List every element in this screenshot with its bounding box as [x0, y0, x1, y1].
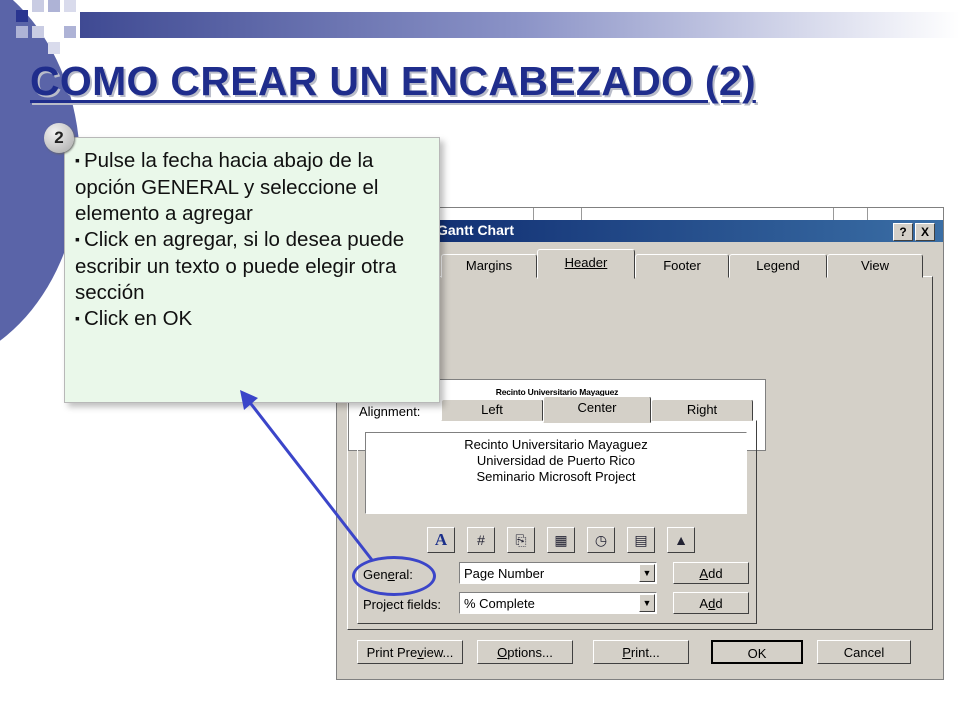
decorative-square	[48, 0, 60, 12]
total-pages-icon[interactable]: ⎘	[507, 527, 535, 553]
alignment-label: Alignment:	[359, 404, 421, 419]
decorative-square	[64, 26, 76, 38]
tab-align-center[interactable]: Center	[543, 396, 651, 423]
instructions-callout: Pulse la fecha hacia abajo de la opción …	[64, 137, 440, 403]
ok-button[interactable]: OK	[711, 640, 803, 664]
header-text-area[interactable]: Recinto Universitario Mayaguez Universid…	[365, 432, 747, 514]
slide-title: COMO CREAR UN ENCABEZADO (2)	[30, 58, 756, 104]
project-fields-select-value: % Complete	[464, 596, 535, 611]
header-text-line: Recinto Universitario Mayaguez	[464, 437, 648, 452]
decorative-gradient-bar	[80, 12, 960, 38]
print-preview-button[interactable]: Print Preview...	[357, 640, 463, 664]
tab-footer[interactable]: Footer	[635, 254, 729, 278]
dialog-title: Gantt Chart	[437, 222, 514, 238]
step-badge: 2	[44, 123, 74, 153]
cancel-button[interactable]: Cancel	[817, 640, 911, 664]
decorative-square	[16, 26, 28, 38]
tab-view[interactable]: View	[827, 254, 923, 278]
project-fields-label: Project fields:	[363, 597, 442, 612]
time-icon[interactable]: ◷	[587, 527, 615, 553]
page-number-icon[interactable]: #	[467, 527, 495, 553]
general-select[interactable]: Page Number ▼	[459, 562, 657, 584]
general-highlight-ellipse	[352, 556, 436, 596]
decorative-square	[48, 42, 60, 54]
close-button[interactable]: X	[915, 223, 935, 241]
header-text-line: Seminario Microsoft Project	[476, 469, 636, 484]
decorative-square	[64, 0, 76, 12]
decorative-square	[32, 0, 44, 12]
tab-legend[interactable]: Legend	[729, 254, 827, 278]
tab-align-right[interactable]: Right	[651, 399, 753, 421]
general-select-value: Page Number	[464, 566, 545, 581]
tab-header[interactable]: Header	[537, 249, 635, 279]
tab-margins[interactable]: Margins	[441, 254, 537, 278]
instructions-list: Pulse la fecha hacia abajo de la opción …	[65, 138, 439, 333]
font-icon[interactable]: A	[427, 527, 455, 553]
decorative-square	[16, 10, 28, 22]
decorative-square	[32, 26, 44, 38]
tab-header-label: Header	[564, 255, 608, 270]
tab-align-left[interactable]: Left	[441, 399, 543, 421]
options-button[interactable]: Options...	[477, 640, 573, 664]
project-fields-select[interactable]: % Complete ▼	[459, 592, 657, 614]
header-text-line: Universidad de Puerto Rico	[476, 453, 636, 468]
instruction-item: Pulse la fecha hacia abajo de la opción …	[75, 148, 431, 227]
date-icon[interactable]: ▦	[547, 527, 575, 553]
add-general-button[interactable]: Add	[673, 562, 749, 584]
instruction-item: Click en OK	[75, 306, 431, 333]
chevron-down-icon[interactable]: ▼	[639, 564, 655, 582]
help-button[interactable]: ?	[893, 223, 913, 241]
print-button[interactable]: Print...	[593, 640, 689, 664]
add-project-field-button[interactable]: Add	[673, 592, 749, 614]
chevron-down-icon[interactable]: ▼	[639, 594, 655, 612]
file-name-icon[interactable]: ▤	[627, 527, 655, 553]
instruction-item: Click en agregar, si lo desea puede escr…	[75, 227, 431, 306]
picture-icon[interactable]: ▲	[667, 527, 695, 553]
